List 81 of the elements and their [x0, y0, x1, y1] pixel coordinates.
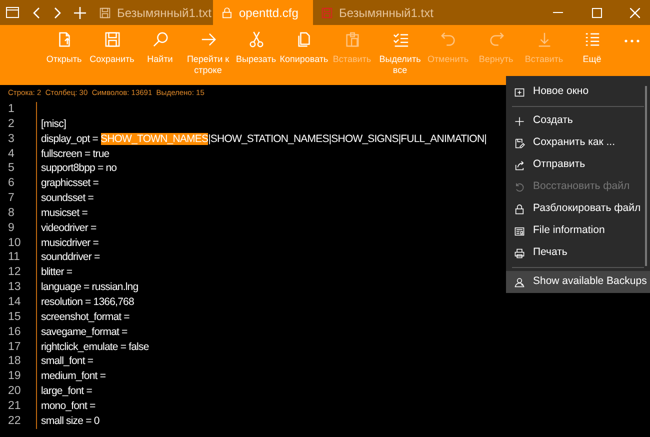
line-number: 5 — [8, 161, 14, 176]
menu-item[interactable]: Новое окно — [506, 81, 650, 103]
line-number: 15 — [8, 310, 21, 325]
menu-item[interactable]: Сохранить как ... — [506, 132, 650, 154]
code-line: support8bpp = no — [41, 162, 117, 174]
search-icon — [152, 31, 168, 48]
share-icon — [514, 160, 525, 170]
code-line: small size = 0 — [41, 414, 100, 427]
line-number: 6 — [8, 176, 14, 192]
line-number: 17 — [8, 340, 21, 354]
tab[interactable]: openttd.cfg — [213, 0, 313, 25]
line-number: 10 — [8, 236, 21, 250]
line-number: 9 — [8, 220, 14, 236]
toolbar-button[interactable]: Вырезать — [232, 31, 280, 76]
plus-icon — [514, 116, 525, 126]
code-line: sounddriver = — [41, 251, 100, 264]
line-number: 1 — [8, 102, 14, 117]
menu-item[interactable]: Печать — [506, 242, 650, 264]
clipboard-icon — [344, 31, 360, 48]
code-line: savegame_format = — [41, 326, 128, 338]
menu-item[interactable]: File information — [506, 220, 650, 242]
line-number: 11 — [8, 250, 20, 266]
copy-icon — [296, 31, 312, 48]
scrollbar[interactable] — [645, 86, 647, 266]
line-number: 21 — [8, 398, 21, 414]
line-number: 16 — [8, 324, 21, 340]
code-line: language = russian.lng — [41, 281, 138, 294]
code-line: resolution = 1366,768 — [41, 296, 134, 308]
printer-icon — [514, 248, 525, 258]
toolbar-button[interactable]: Открыть — [40, 31, 88, 76]
line-number: 7 — [8, 191, 14, 206]
code-line: blitter = — [41, 266, 72, 278]
toolbar-button[interactable]: Ещё — [568, 31, 616, 76]
padlock-icon — [514, 204, 525, 214]
new-window-icon — [514, 86, 525, 98]
menu-item[interactable]: Отправить — [506, 154, 650, 176]
line-number: 13 — [8, 280, 21, 295]
line-number: 20 — [8, 384, 21, 399]
code-line: videodriver = — [41, 222, 96, 234]
undo-icon — [440, 31, 456, 48]
code-line: musicset = — [41, 206, 88, 219]
code-line: mono_font = — [41, 400, 96, 412]
code-line: fullscreen = true — [41, 148, 110, 160]
code-line: medium_font = — [41, 370, 106, 382]
code-line: musicdriver = — [41, 236, 99, 249]
person-icon — [514, 276, 525, 288]
code-line: [misc] — [41, 118, 66, 130]
right-arrow-icon — [200, 31, 216, 48]
code-line: soundsset = — [41, 192, 94, 204]
toolbar-button[interactable]: Выделить все — [376, 31, 424, 76]
code-line: rightclick_emulate = false — [41, 340, 149, 352]
save-as-icon — [514, 138, 525, 148]
menu-item[interactable]: Создать — [506, 110, 650, 132]
code-line: small_font = — [41, 355, 94, 368]
menu-item[interactable]: Show available Backups — [506, 271, 650, 293]
line-number: 4 — [8, 146, 14, 162]
toolbar-button[interactable]: Перейти к строке — [184, 31, 232, 76]
code-line: graphicsset = — [41, 177, 99, 190]
menu-item[interactable]: Разблокировать файл — [506, 198, 650, 220]
code-line: screenshot_format = — [41, 310, 130, 323]
file-info-icon — [514, 226, 525, 236]
code-line: large_font = — [41, 385, 92, 398]
list-icon — [584, 31, 600, 48]
restore-icon — [514, 182, 525, 192]
line-number: 14 — [8, 294, 21, 310]
tab[interactable]: Безымянный1.txt — [313, 0, 435, 25]
toolbar-button[interactable]: Копировать — [280, 31, 328, 76]
line-number: 8 — [8, 206, 14, 221]
tab[interactable]: Безымянный1.txt — [91, 0, 213, 25]
code-line: display_opt = SHOW_TOWN_NAMES|SHOW_STATION_NAMES|SHOW_SIGNS|FULL_ANIMATION| — [41, 132, 486, 145]
line-number: 18 — [8, 354, 21, 370]
line-number: 22 — [8, 414, 21, 429]
line-number: 19 — [8, 369, 21, 384]
line-number: 12 — [8, 265, 21, 280]
redo-icon — [488, 31, 504, 48]
scissors-icon — [248, 31, 264, 48]
checklist-icon — [392, 31, 408, 48]
toolbar-button[interactable]: Найти — [136, 31, 184, 76]
line-number: 2 — [8, 116, 14, 132]
line-number: 3 — [8, 132, 14, 147]
toolbar-button[interactable]: Сохранить — [88, 31, 136, 76]
